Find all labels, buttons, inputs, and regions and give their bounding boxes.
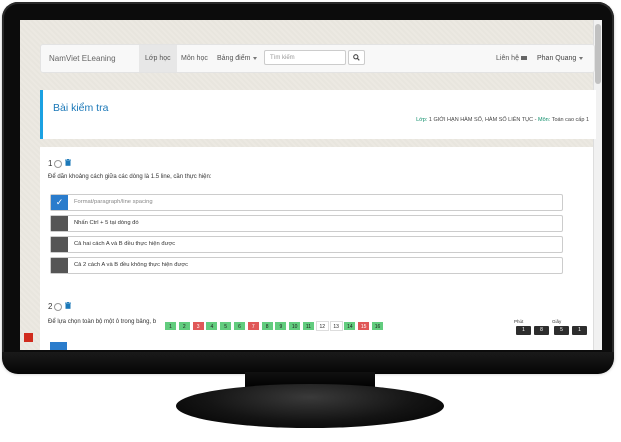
screen: NamViet ELeaning Lớp học Môn học Bảng đi…	[20, 20, 602, 350]
option-label: Nhấn Ctrl + 5 tại dòng đó	[74, 220, 139, 226]
question-2-header: 2	[48, 302, 72, 311]
logo-icon	[24, 333, 33, 342]
nav-item-mon-hoc[interactable]: Môn học	[175, 45, 214, 72]
contact-label: Liên hệ	[496, 55, 519, 62]
user-menu[interactable]: Phan Quang	[537, 45, 584, 72]
option-c[interactable]: Cả hai cách A và B đều thực hiện được	[50, 236, 563, 253]
navbar: NamViet ELeaning Lớp học Môn học Bảng đi…	[40, 44, 595, 73]
option-label: Cả 2 cách A và B đều không thực hiện đượ…	[74, 262, 189, 268]
nav-item-label: Lớp học	[145, 55, 171, 62]
pager-button-5[interactable]: 5	[219, 321, 233, 331]
check-icon[interactable]: ✓	[51, 195, 68, 210]
option-checkbox[interactable]	[51, 237, 68, 252]
chevron-down-icon	[253, 56, 258, 60]
option-b[interactable]: Nhấn Ctrl + 5 tại dòng đó	[50, 215, 563, 232]
question-1-header: 1	[48, 159, 72, 168]
question-panel: 1 Để dãn khoảng cách giữa các dòng là 1.…	[40, 147, 593, 350]
question-number: 1	[48, 159, 53, 168]
trash-icon[interactable]	[65, 159, 72, 168]
search-button[interactable]	[348, 50, 365, 65]
subject-value: Toán cao cấp 1	[550, 117, 589, 123]
trash-icon[interactable]	[65, 302, 72, 311]
pager-button-14[interactable]: 14	[343, 321, 357, 331]
monitor-stand-base	[176, 384, 444, 428]
pager-button-16[interactable]: 16	[371, 321, 384, 331]
scrollbar-thumb[interactable]	[595, 24, 601, 84]
option-a[interactable]: ✓ Format/paragraph/line spacing	[50, 194, 563, 211]
pager-button-7[interactable]: 7	[246, 321, 260, 331]
pager-button-3[interactable]: 3	[191, 321, 205, 331]
question-1-text: Để dãn khoảng cách giữa các dòng là 1.5 …	[48, 174, 212, 180]
option-d[interactable]: Cả 2 cách A và B đều không thực hiện đượ…	[50, 257, 563, 274]
pager-button-2[interactable]: 2	[177, 321, 191, 331]
user-name: Phan Quang	[537, 55, 577, 62]
brand-link[interactable]: NamViet ELeaning	[49, 54, 116, 63]
flag-checkbox[interactable]	[54, 159, 63, 168]
question-2-text: Để lựa chọn toàn bộ một ô trong bảng, b	[48, 319, 157, 325]
breadcrumb: Lớp: 1 GIỚI HẠN HÀM SỐ, HÀM SỐ LIÊN TỤC …	[416, 117, 589, 123]
timer-digit: 5	[554, 326, 569, 335]
subject-label: Môn:	[538, 117, 551, 123]
option-checkbox[interactable]	[50, 342, 67, 350]
nav-item-bang-diem[interactable]: Bảng điểm	[211, 45, 263, 72]
pager-button-9[interactable]: 9	[274, 321, 288, 331]
pager-button-12[interactable]: 12	[315, 321, 329, 331]
pager-button-10[interactable]: 10	[288, 321, 302, 331]
pager-button-11[interactable]: 11	[302, 321, 315, 331]
class-label: Lớp:	[416, 117, 428, 123]
contact-link[interactable]: Liên hệ	[496, 45, 527, 72]
pager-button-4[interactable]: 4	[205, 321, 219, 331]
pager-button-13[interactable]: 13	[329, 321, 343, 331]
option-checkbox[interactable]	[51, 216, 68, 231]
search-icon	[353, 54, 360, 61]
pager-button-1[interactable]: 1	[164, 321, 177, 331]
timer-digit: 8	[534, 326, 549, 335]
minute-label: Phút	[514, 319, 524, 324]
page-title: Bài kiểm tra	[53, 102, 109, 114]
pager-button-15[interactable]: 15	[357, 321, 371, 331]
pager-button-6[interactable]: 6	[233, 321, 246, 331]
search-input[interactable]: Tìm kiếm	[264, 50, 346, 65]
option-label: Cả hai cách A và B đều thực hiện được	[74, 241, 176, 247]
class-value: 1 GIỚI HẠN HÀM SỐ, HÀM SỐ LIÊN TỤC -	[427, 117, 539, 123]
timer-digit: 1	[572, 326, 587, 335]
nav-item-label: Môn học	[181, 55, 208, 62]
question-number: 2	[48, 302, 53, 311]
nav-item-lop-hoc[interactable]: Lớp học	[139, 45, 177, 72]
option-checkbox[interactable]	[51, 258, 68, 273]
page-header: Bài kiểm tra Lớp: 1 GIỚI HẠN HÀM SỐ, HÀM…	[40, 90, 596, 139]
option-label: Format/paragraph/line spacing	[74, 199, 153, 205]
monitor-bezel-bottom	[2, 352, 614, 374]
envelope-icon	[520, 56, 527, 61]
timer-digit: 1	[516, 326, 531, 335]
second-label: Giây	[552, 319, 562, 324]
flag-checkbox[interactable]	[54, 302, 63, 311]
nav-item-label: Bảng điểm	[217, 55, 251, 62]
pager-button-8[interactable]: 8	[260, 321, 274, 331]
chevron-down-icon	[579, 56, 584, 60]
